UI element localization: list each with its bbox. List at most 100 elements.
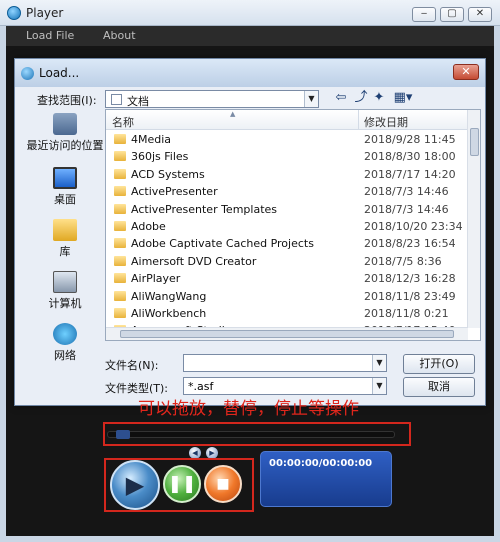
horizontal-scroll-thumb[interactable] <box>120 330 454 338</box>
chevron-down-icon[interactable]: ▼ <box>372 378 386 394</box>
close-button[interactable]: ✕ <box>468 7 492 22</box>
file-name: AliWorkbench <box>131 306 207 320</box>
filetype-select[interactable]: *.asf ▼ <box>183 377 387 395</box>
back-arrow-icon[interactable]: ⇦ <box>333 90 349 106</box>
folder-icon <box>114 186 126 197</box>
file-date: 2018/9/28 11:45 <box>364 133 456 146</box>
place-label: 桌面 <box>54 193 76 206</box>
filetype-value: *.asf <box>188 380 214 393</box>
file-name: Aimersoft DVD Creator <box>131 254 257 268</box>
file-list-header: ▲ 名称 修改日期 <box>106 110 468 130</box>
dialog-titlebar: Load... ✕ <box>15 59 485 87</box>
chevron-down-icon[interactable]: ▼ <box>372 355 386 371</box>
file-name: 360js Files <box>131 150 189 164</box>
place-library[interactable]: 库 <box>25 219 105 259</box>
desktop-icon <box>53 167 77 189</box>
folder-icon <box>114 203 126 214</box>
chevron-down-icon: ▼ <box>304 91 318 107</box>
folder-icon <box>114 151 126 162</box>
folder-icon <box>114 134 126 144</box>
seek-thumb[interactable] <box>116 430 131 439</box>
file-date: 2018/7/5 8:36 <box>364 254 442 268</box>
column-divider[interactable] <box>358 110 359 130</box>
menu-about[interactable]: About <box>103 29 136 42</box>
folder-icon <box>114 290 126 301</box>
file-name: AliWangWang <box>131 289 207 303</box>
file-list[interactable]: ▲ 名称 修改日期 4Media 2018/9/28 11:45 360js Fil… <box>105 109 481 341</box>
file-date: 2018/8/23 16:54 <box>364 237 456 251</box>
lookin-dropdown[interactable]: 文档 ▼ <box>105 90 319 108</box>
place-label: 网络 <box>54 349 76 362</box>
file-row[interactable]: Aimersoft DVD Creator 2018/7/5 8:36 <box>106 253 468 270</box>
file-date: 2018/12/3 16:28 <box>364 272 456 286</box>
dialog-app-icon <box>21 67 34 80</box>
file-name: Adobe <box>131 219 166 233</box>
file-row[interactable]: AliWorkbench 2018/11/8 0:21 <box>106 305 468 322</box>
cancel-button[interactable]: 取消 <box>403 377 475 397</box>
seek-bar[interactable] <box>107 431 395 438</box>
place-network[interactable]: 网络 <box>25 323 105 363</box>
file-name: Adobe Captivate Cached Projects <box>131 237 314 251</box>
new-folder-icon[interactable]: ✦ <box>371 90 387 106</box>
vertical-scroll-thumb[interactable] <box>470 128 479 156</box>
folder-icon <box>114 220 126 231</box>
vertical-scrollbar[interactable] <box>467 110 480 328</box>
player-title: Player <box>26 6 64 20</box>
folder-icon <box>114 238 126 249</box>
documents-folder-icon <box>111 94 122 105</box>
file-row[interactable]: Adobe Captivate Cached Projects 2018/8/23… <box>106 235 468 252</box>
file-name: ActivePresenter Templates <box>131 202 278 216</box>
filename-input[interactable]: ▼ <box>183 354 387 372</box>
place-label: 库 <box>59 245 71 258</box>
file-row[interactable]: AliWangWang 2018/11/8 23:49 <box>106 288 468 305</box>
place-desktop[interactable]: 桌面 <box>25 167 105 207</box>
player-window: Player ‒ ▢ ✕ Load File About Load... ✕ 查… <box>0 0 500 542</box>
horizontal-scrollbar[interactable] <box>106 327 468 340</box>
file-name: 4Media <box>131 133 172 146</box>
lookin-value: 文档 <box>127 95 149 108</box>
view-menu-icon[interactable]: ▦▾ <box>391 90 415 106</box>
column-date[interactable]: 修改日期 <box>364 114 408 130</box>
folder-icon <box>114 168 126 179</box>
column-name[interactable]: 名称 <box>112 114 134 130</box>
player-titlebar: Player ‒ ▢ ✕ <box>0 0 500 26</box>
time-panel: 00:00:00/00:00:00 <box>260 451 392 507</box>
pause-button[interactable]: ❚❚ <box>163 465 201 503</box>
file-date: 2018/11/8 0:21 <box>364 306 449 320</box>
open-button[interactable]: 打开(O) <box>403 354 475 374</box>
lookin-label: 查找范围(I): <box>37 94 97 107</box>
place-label: 计算机 <box>48 297 82 310</box>
menu-load-file[interactable]: Load File <box>26 29 74 42</box>
file-row[interactable]: 4Media 2018/9/28 11:45 <box>106 131 468 148</box>
file-row[interactable]: ActivePresenter 2018/7/3 14:46 <box>106 183 468 200</box>
file-row[interactable]: ActivePresenter Templates 2018/7/3 14:46 <box>106 201 468 218</box>
maximize-button[interactable]: ▢ <box>440 7 464 22</box>
folder-icon <box>114 273 126 284</box>
file-row[interactable]: AirPlayer 2018/12/3 16:28 <box>106 270 468 287</box>
file-date: 2018/8/30 18:00 <box>364 150 456 164</box>
network-icon <box>53 323 77 345</box>
menubar: Load File About <box>6 26 494 46</box>
file-date: 2018/7/3 14:46 <box>364 185 449 199</box>
place-label: 最近访问的位置 <box>26 139 104 152</box>
place-computer[interactable]: 计算机 <box>25 271 105 311</box>
sort-indicator-icon: ▲ <box>230 110 236 118</box>
time-display: 00:00:00/00:00:00 <box>269 458 373 469</box>
place-recent[interactable]: 最近访问的位置 <box>25 113 105 153</box>
file-date: 2018/7/17 14:20 <box>364 167 456 181</box>
annotation-caption: 可以拖放，替停，停止等操作 <box>138 399 359 419</box>
file-row[interactable]: Adobe 2018/10/20 23:34 <box>106 218 468 235</box>
stop-button[interactable]: ■ <box>204 465 242 503</box>
file-row[interactable]: ACD Systems 2018/7/17 14:20 <box>106 166 468 183</box>
folder-icon <box>114 255 126 266</box>
load-dialog: Load... ✕ 查找范围(I): 文档 ▼ ⇦ ⤴ ✦ ▦▾ 最近访问的位置… <box>14 58 486 406</box>
play-button[interactable]: ▶ <box>110 460 160 510</box>
file-name: ActivePresenter <box>131 185 218 199</box>
minimize-button[interactable]: ‒ <box>412 7 436 22</box>
dialog-title: Load... <box>39 66 80 80</box>
up-folder-icon[interactable]: ⤴ <box>353 90 369 106</box>
file-row[interactable]: 360js Files 2018/8/30 18:00 <box>106 148 468 165</box>
dialog-close-button[interactable]: ✕ <box>453 64 479 80</box>
file-rows: 4Media 2018/9/28 11:45 360js Files 2018/8/3… <box>106 131 468 340</box>
file-date: 2018/7/3 14:46 <box>364 202 449 216</box>
